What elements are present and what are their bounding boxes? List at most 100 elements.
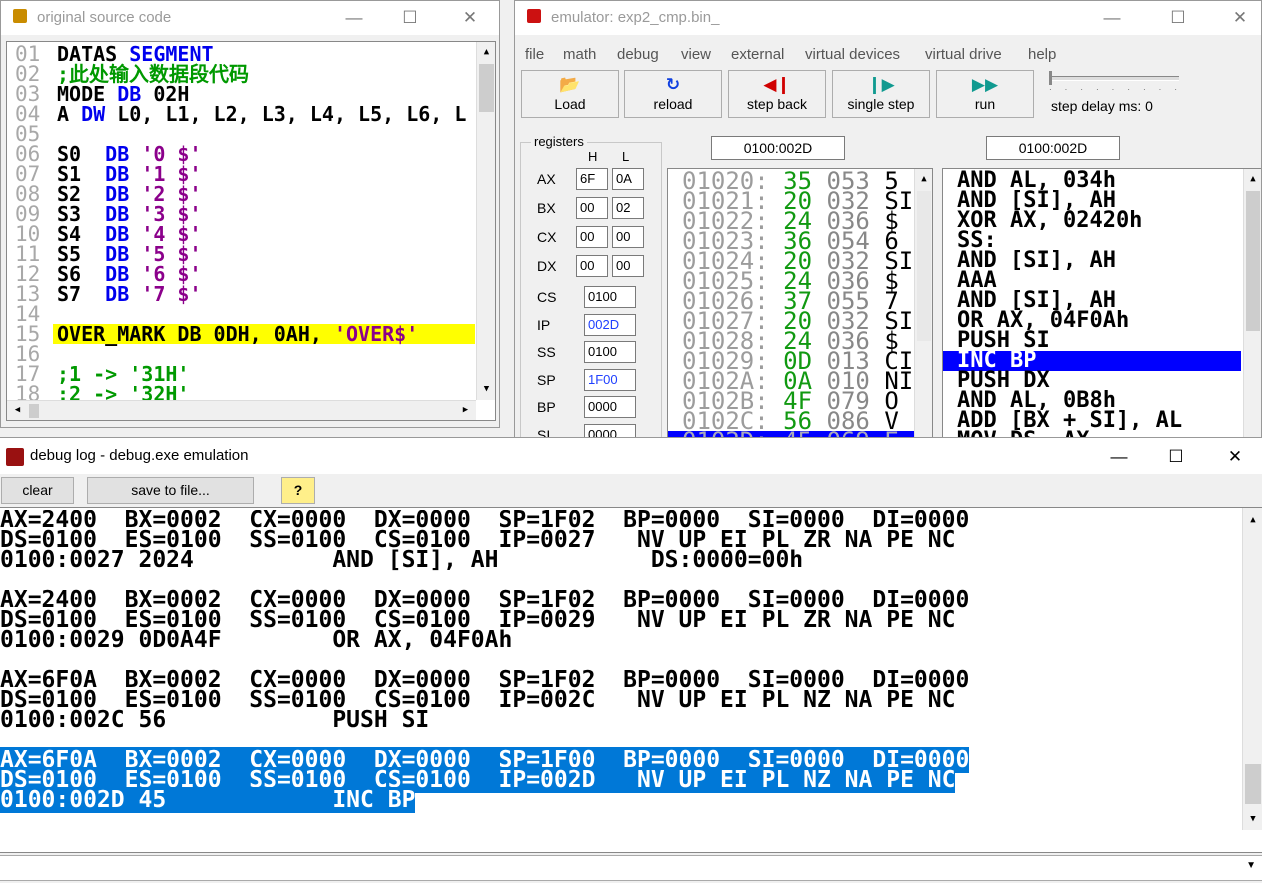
step-back-icon: ◀❙ bbox=[763, 75, 791, 94]
line-code: ;2 -> '32H' bbox=[57, 384, 189, 400]
debug-titlebar[interactable]: debug log - debug.exe emulation — ☐ ✕ bbox=[0, 438, 1262, 474]
scroll-down-icon[interactable]: ▼ bbox=[477, 381, 495, 398]
single-step-icon: ❙▶ bbox=[867, 75, 895, 94]
register-bx-high[interactable]: 00 bbox=[576, 197, 608, 219]
scroll-up-icon[interactable]: ▲ bbox=[1243, 512, 1262, 529]
reload-label: reload bbox=[653, 96, 693, 112]
register-dx-low[interactable]: 00 bbox=[612, 255, 644, 277]
chevron-down-icon[interactable]: ▼ bbox=[1246, 860, 1256, 871]
minimize-icon[interactable]: — bbox=[1096, 445, 1142, 469]
source-line: 10 S4 DB '4 $' bbox=[7, 224, 475, 245]
close-icon[interactable]: ✕ bbox=[1212, 445, 1258, 469]
register-cs[interactable]: 0100 bbox=[584, 286, 636, 308]
source-hscrollbar[interactable]: ◀ ▶ bbox=[7, 400, 476, 420]
save-to-file-button[interactable]: save to file... bbox=[87, 477, 254, 504]
memory-address-input[interactable]: 0100:002D bbox=[711, 136, 845, 160]
menu-virtual-drive[interactable]: virtual drive bbox=[925, 46, 1002, 63]
source-editor[interactable]: 01 DATAS SEGMENT 02 ;此处输入数据段代码 03 MODE DB 02H… bbox=[6, 41, 496, 421]
scroll-thumb[interactable] bbox=[1245, 764, 1261, 804]
register-sp[interactable]: 1F00 bbox=[584, 368, 636, 391]
run-button[interactable]: ▶▶ run bbox=[936, 70, 1034, 118]
load-button[interactable]: 📂 Load bbox=[521, 70, 619, 118]
source-line: 08 S2 DB '2 $' bbox=[7, 182, 475, 206]
menu-virtual-devices[interactable]: virtual devices bbox=[805, 46, 900, 63]
source-line: 03 MODE DB 02H bbox=[7, 82, 475, 106]
app-chip-icon bbox=[527, 9, 541, 23]
scroll-thumb[interactable] bbox=[1246, 191, 1260, 331]
source-line: 06 S0 DB '0 $' bbox=[7, 144, 475, 165]
clear-button[interactable]: clear bbox=[1, 477, 74, 504]
debug-log-view[interactable]: AX=2400 BX=0002 CX=0000 DX=0000 SP=1F02 … bbox=[0, 507, 1262, 853]
line-number: 03 bbox=[15, 82, 41, 106]
menu-view[interactable]: view bbox=[681, 46, 711, 63]
memory-view[interactable]: 01020: 35 053 5 01021: 20 032 SI 01022: 24… bbox=[667, 168, 933, 439]
menu-help[interactable]: help bbox=[1028, 46, 1056, 63]
reload-icon: ↻ bbox=[665, 75, 681, 94]
source-vscrollbar[interactable]: ▲ ▼ bbox=[476, 42, 495, 400]
maximize-icon[interactable]: ☐ bbox=[1155, 6, 1201, 30]
code-token: S7 bbox=[57, 282, 106, 306]
debug-vscrollbar[interactable]: ▲ ▼ bbox=[1242, 508, 1262, 830]
memory-vscrollbar[interactable]: ▲ bbox=[914, 169, 932, 439]
code-token: L0, L1, L2, L3, L4, L5, L6, L bbox=[105, 102, 467, 126]
line-number: 08 bbox=[15, 182, 41, 206]
scroll-down-icon[interactable]: ▼ bbox=[1243, 811, 1262, 828]
register-ax-high[interactable]: 6F bbox=[576, 168, 608, 190]
source-line: 15 OVER_MARK DB 0DH, 0AH, 'OVER$' bbox=[7, 322, 475, 346]
line-code: S2 DB '2 $' bbox=[57, 184, 202, 204]
code-token: A bbox=[57, 102, 82, 126]
register-ss[interactable]: 0100 bbox=[584, 341, 636, 363]
scroll-thumb[interactable] bbox=[479, 64, 494, 112]
disassembly-view[interactable]: AND AL, 034h AND [SI], AH XOR AX, 02420h SS… bbox=[942, 168, 1261, 439]
register-ip[interactable]: 002D bbox=[584, 313, 636, 336]
source-line: 07 S1 DB '1 $' bbox=[7, 164, 475, 185]
register-bx-low[interactable]: 02 bbox=[612, 197, 644, 219]
source-titlebar[interactable]: original source code — ☐ ✕ bbox=[1, 1, 499, 35]
debug-title: debug log - debug.exe emulation bbox=[30, 447, 249, 464]
single-step-button[interactable]: ❙▶ single step bbox=[832, 70, 930, 118]
menu-file[interactable]: file bbox=[525, 46, 544, 63]
minimize-icon[interactable]: — bbox=[331, 6, 377, 30]
source-line: 04 A DW L0, L1, L2, L3, L4, L5, L6, L bbox=[7, 102, 475, 126]
hscroll-thumb[interactable] bbox=[29, 404, 39, 418]
emulator-titlebar[interactable]: emulator: exp2_cmp.bin_ — ☐ ✕ bbox=[515, 1, 1261, 35]
scroll-up-icon[interactable]: ▲ bbox=[1244, 171, 1261, 188]
menu-external[interactable]: external bbox=[731, 46, 784, 63]
register-ax-low[interactable]: 0A bbox=[612, 168, 644, 190]
step-back-button[interactable]: ◀❙ step back bbox=[728, 70, 826, 118]
help-button[interactable]: ? bbox=[281, 477, 315, 504]
scroll-up-icon[interactable]: ▲ bbox=[915, 171, 932, 188]
disassembly-vscrollbar[interactable]: ▲ bbox=[1243, 169, 1261, 439]
register-name-ax: AX bbox=[537, 171, 556, 187]
step-delay-label: step delay ms: 0 bbox=[1051, 98, 1153, 114]
register-bp[interactable]: 0000 bbox=[584, 396, 636, 418]
command-input[interactable]: ▼ bbox=[0, 855, 1262, 881]
register-dx-high[interactable]: 00 bbox=[576, 255, 608, 277]
reload-button[interactable]: ↻ reload bbox=[624, 70, 722, 118]
register-cx-high[interactable]: 00 bbox=[576, 226, 608, 248]
register-cx-low[interactable]: 00 bbox=[612, 226, 644, 248]
line-code: S7 DB '7 $' bbox=[57, 284, 202, 304]
scroll-thumb[interactable] bbox=[917, 191, 931, 341]
run-label: run bbox=[974, 96, 996, 112]
menu-debug[interactable]: debug bbox=[617, 46, 659, 63]
app-chip-icon bbox=[6, 448, 24, 466]
step-delay-slider[interactable]: ········· bbox=[1049, 71, 1181, 94]
close-icon[interactable]: ✕ bbox=[1217, 6, 1261, 30]
scroll-left-icon[interactable]: ◀ bbox=[9, 402, 26, 419]
line-number: 15 bbox=[15, 322, 41, 346]
scroll-up-icon[interactable]: ▲ bbox=[477, 44, 495, 61]
close-icon[interactable]: ✕ bbox=[447, 6, 493, 30]
maximize-icon[interactable]: ☐ bbox=[1153, 445, 1199, 469]
memory-rows: 01020: 35 053 5 01021: 20 032 SI 01022: 24… bbox=[668, 169, 914, 439]
maximize-icon[interactable]: ☐ bbox=[387, 6, 433, 30]
minimize-icon[interactable]: — bbox=[1089, 6, 1135, 30]
line-code: S0 DB '0 $' bbox=[57, 144, 202, 164]
disassembly-address-input[interactable]: 0100:002D bbox=[986, 136, 1120, 160]
line-number: 09 bbox=[15, 202, 41, 226]
scroll-right-icon[interactable]: ▶ bbox=[457, 402, 474, 419]
slider-thumb[interactable] bbox=[1049, 71, 1052, 85]
source-line: 11 S5 DB '5 $' bbox=[7, 244, 475, 265]
menu-math[interactable]: math bbox=[563, 46, 596, 63]
